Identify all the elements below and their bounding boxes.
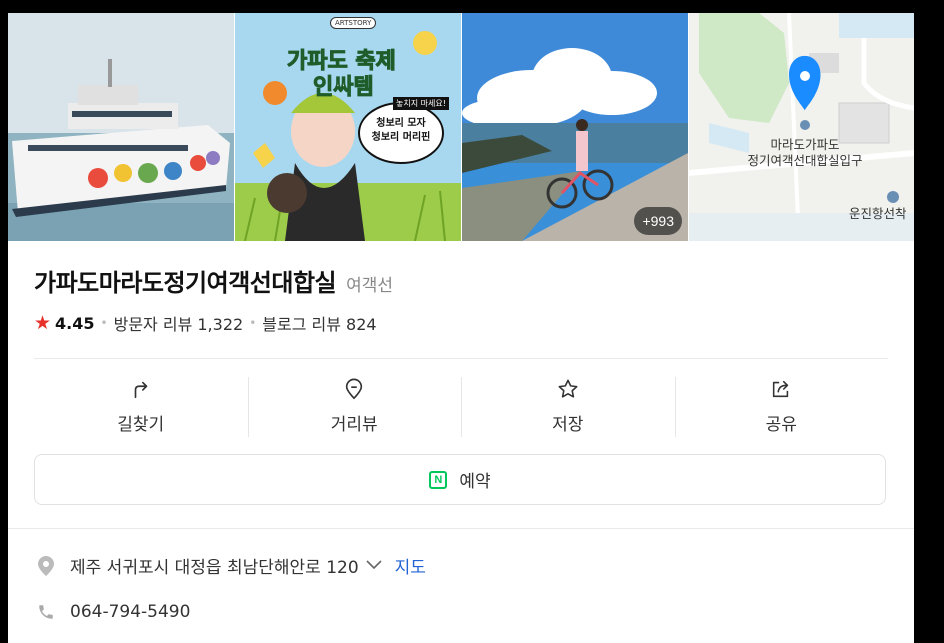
- directions-button[interactable]: 길찾기: [34, 375, 248, 437]
- reserve-button[interactable]: N 예약: [34, 454, 886, 505]
- promo-headline-2: 인싸템: [313, 75, 375, 101]
- reserve-label: 예약: [459, 472, 491, 492]
- place-header: 가파도마라도정기여객선대합실 여객선: [34, 263, 393, 298]
- rating-value: 4.45: [55, 313, 95, 333]
- place-card: ARTSTORY 가파도 축제 인싸템 놓치지 마세요! 청보리 모자 청보리 …: [8, 13, 914, 643]
- directions-label: 길찾기: [117, 414, 165, 435]
- photo-coast[interactable]: +993: [462, 13, 688, 241]
- address-row: 제주 서귀포시 대정읍 최남단해안로 120 지도: [36, 553, 426, 578]
- phone-row: 064-794-5490: [36, 602, 190, 622]
- photo-strip: ARTSTORY 가파도 축제 인싸템 놓치지 마세요! 청보리 모자 청보리 …: [8, 13, 914, 241]
- save-label: 저장: [552, 414, 584, 435]
- blog-reviews-link[interactable]: 블로그 리뷰 824: [262, 311, 376, 335]
- rating-star-icon: ★: [34, 312, 52, 334]
- photo-map[interactable]: 마라도가파도 정기여객선대합실입구 운진항선착: [689, 13, 914, 241]
- separator-dot: •: [100, 316, 108, 330]
- photo-ferry[interactable]: [8, 13, 234, 241]
- map-pin-label-line-1: 마라도가파도: [770, 137, 840, 152]
- map-poi-label: 운진항선착: [849, 206, 907, 221]
- directions-icon: [134, 381, 148, 398]
- promo-bubble-line-1: 청보리 모자: [376, 118, 426, 129]
- photo-promo[interactable]: ARTSTORY 가파도 축제 인싸템 놓치지 마세요! 청보리 모자 청보리 …: [235, 13, 461, 241]
- share-icon: [773, 380, 789, 397]
- promo-bubble-line-2: 청보리 머리핀: [371, 132, 431, 143]
- map-pin-label: 마라도가파도 정기여객선대합실입구: [745, 137, 865, 169]
- promo-tag: 놓치지 마세요!: [393, 97, 449, 110]
- star-outline-icon: [558, 379, 578, 398]
- visitor-reviews-link[interactable]: 방문자 리뷰 1,322: [114, 311, 244, 335]
- separator-dot: •: [249, 316, 257, 330]
- more-photos-badge[interactable]: +993: [634, 207, 682, 235]
- map-link[interactable]: 지도: [395, 553, 426, 578]
- share-button[interactable]: 공유: [674, 375, 889, 437]
- naver-reserve-icon: N: [429, 470, 448, 489]
- address-text: 제주 서귀포시 대정읍 최남단해안로 120: [70, 558, 359, 578]
- share-label: 공유: [765, 414, 797, 435]
- street-view-label: 거리뷰: [330, 414, 378, 435]
- promo-badge: ARTSTORY: [330, 17, 377, 29]
- place-title: 가파도마라도정기여객선대합실: [34, 269, 337, 297]
- street-view-button[interactable]: 거리뷰: [247, 375, 462, 437]
- phone-number[interactable]: 064-794-5490: [70, 602, 190, 622]
- chevron-down-icon[interactable]: [365, 556, 383, 576]
- phone-icon: [36, 603, 56, 621]
- street-view-icon: [346, 378, 363, 399]
- section-divider: [8, 528, 914, 529]
- map-pin-label-line-2: 정기여객선대합실입구: [747, 153, 863, 168]
- save-button[interactable]: 저장: [461, 375, 675, 437]
- divider: [34, 358, 888, 359]
- promo-bubble: 청보리 모자 청보리 머리핀: [365, 117, 437, 145]
- location-pin-icon: [36, 555, 56, 576]
- place-category: 여객선: [346, 276, 394, 296]
- action-bar: 길찾기 거리뷰 저장 공유: [34, 375, 888, 437]
- rating-row: ★ 4.45 • 방문자 리뷰 1,322 • 블로그 리뷰 824: [34, 311, 377, 335]
